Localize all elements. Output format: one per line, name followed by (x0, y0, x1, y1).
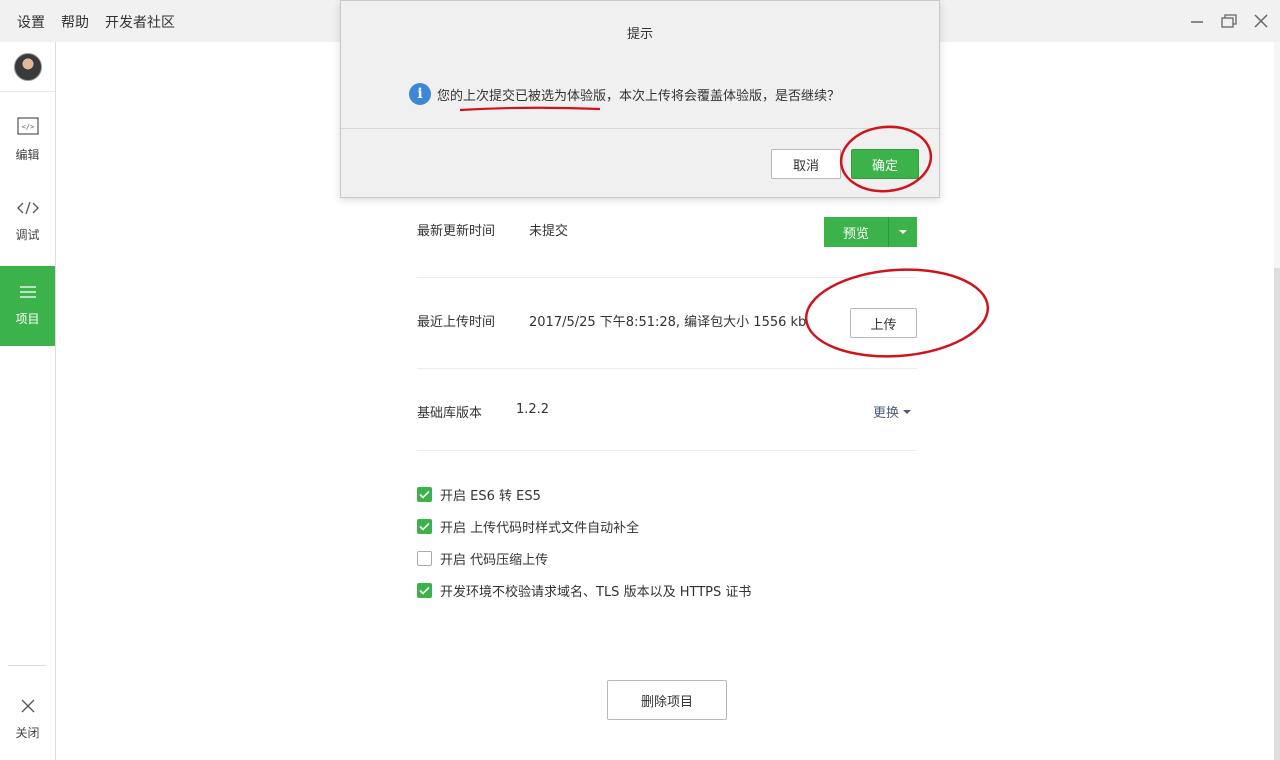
option-label: 开启 ES6 转 ES5 (440, 489, 541, 504)
checkbox-es6[interactable] (417, 487, 432, 502)
code-file-icon: </> (16, 117, 39, 138)
divider (417, 450, 917, 451)
option-skip-domain-check[interactable]: 开发环境不校验请求域名、TLS 版本以及 HTTPS 证书 (417, 581, 751, 600)
dialog-message: 您的上次提交已被选为体验版，本次上传将会覆盖体验版，是否继续？ (437, 88, 841, 104)
checkbox-minify[interactable] (417, 551, 432, 566)
top-menu: 设置 帮助 开发者社区 (17, 12, 175, 32)
checkbox-skip-domain-check[interactable] (417, 583, 432, 598)
option-label: 开启 代码压缩上传 (440, 553, 549, 568)
minimize-icon[interactable] (1188, 12, 1206, 30)
latest-update-value: 未提交 (529, 224, 569, 239)
preview-button[interactable]: 预览 (824, 217, 889, 247)
option-style-autocomplete[interactable]: 开启 上传代码时样式文件自动补全 (417, 517, 639, 536)
avatar-area (0, 42, 55, 92)
option-es6[interactable]: 开启 ES6 转 ES5 (417, 485, 541, 504)
sidebar-item-debug[interactable]: 调试 (0, 182, 55, 262)
sidebar-item-label: 项目 (15, 312, 40, 326)
sidebar-item-close[interactable]: 关闭 (0, 690, 55, 750)
cancel-button[interactable]: 取消 (771, 149, 841, 179)
divider (417, 368, 917, 369)
menu-community[interactable]: 开发者社区 (105, 12, 175, 32)
caret-down-icon (903, 409, 912, 414)
code-brackets-icon (16, 201, 39, 218)
change-version-link[interactable]: 更换 (873, 402, 912, 421)
recent-upload-label: 最近上传时间 (417, 315, 496, 330)
sidebar-item-edit[interactable]: </> 编辑 (0, 100, 55, 180)
svg-text:</>: </> (21, 123, 34, 131)
sidebar-divider (8, 665, 46, 666)
sidebar-item-label: 编辑 (15, 148, 40, 162)
scrollbar-thumb[interactable] (1274, 268, 1280, 760)
confirm-button[interactable]: 确定 (851, 149, 919, 179)
preview-dropdown-button[interactable] (889, 217, 917, 247)
change-version-label: 更换 (873, 406, 900, 421)
menu-settings[interactable]: 设置 (17, 12, 45, 32)
dialog-title: 提示 (626, 27, 653, 42)
sidebar-close-label: 关闭 (15, 726, 40, 740)
dialog-divider (341, 128, 939, 129)
latest-update-label: 最新更新时间 (417, 224, 496, 239)
preview-split-button: 预览 (824, 217, 917, 247)
sidebar-item-label: 调试 (15, 228, 40, 242)
menu-lines-icon (19, 285, 37, 302)
dialog-message-row: i 您的上次提交已被选为体验版，本次上传将会覆盖体验版，是否继续？ (409, 83, 840, 105)
close-window-icon[interactable] (1252, 12, 1270, 30)
window-controls (1188, 12, 1270, 30)
option-minify[interactable]: 开启 代码压缩上传 (417, 549, 548, 568)
menu-help[interactable]: 帮助 (61, 12, 89, 32)
recent-upload-value: 2017/5/25 下午8:51:28, 编译包大小 1556 kb (529, 315, 807, 330)
checkbox-style-autocomplete[interactable] (417, 519, 432, 534)
lib-version-value: 1.2.2 (516, 402, 550, 417)
maximize-icon[interactable] (1220, 12, 1238, 30)
confirm-dialog: 提示 i 您的上次提交已被选为体验版，本次上传将会覆盖体验版，是否继续？ 取消 … (340, 0, 940, 198)
close-icon (21, 699, 35, 716)
lib-version-label: 基础库版本 (417, 406, 483, 421)
sidebar: </> 编辑 调试 项目 关闭 (0, 42, 56, 760)
delete-project-button[interactable]: 删除项目 (607, 680, 727, 720)
upload-button[interactable]: 上传 (850, 308, 917, 338)
info-icon: i (409, 83, 431, 105)
option-label: 开启 上传代码时样式文件自动补全 (440, 521, 640, 536)
caret-down-icon (899, 230, 907, 234)
sidebar-item-project[interactable]: 项目 (0, 266, 55, 346)
divider (417, 277, 917, 278)
avatar[interactable] (13, 52, 42, 81)
option-label: 开发环境不校验请求域名、TLS 版本以及 HTTPS 证书 (440, 585, 752, 600)
